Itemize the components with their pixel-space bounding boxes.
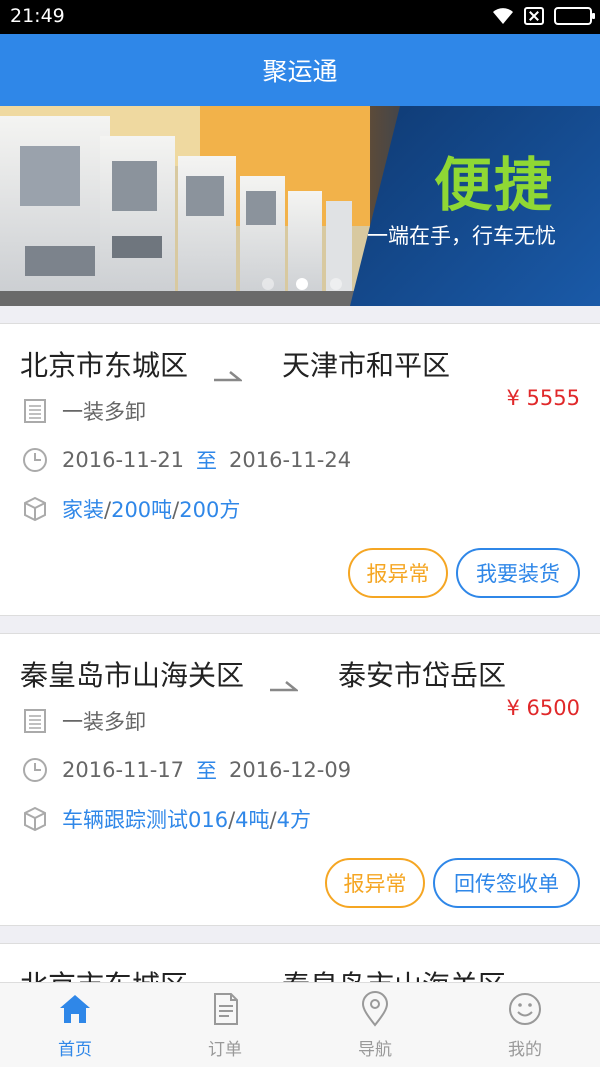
goods-weight: 200吨 bbox=[111, 498, 173, 522]
load-type: 一装多卸 bbox=[62, 400, 146, 424]
date-to-label: 至 bbox=[196, 759, 218, 783]
status-bar: 21:49 bbox=[0, 0, 600, 34]
orders-icon bbox=[214, 993, 238, 1025]
destination: 泰安市岱岳区 bbox=[338, 659, 507, 692]
battery-icon bbox=[554, 7, 595, 25]
nav-navigation-label: 导航 bbox=[358, 1040, 392, 1060]
smiley-icon bbox=[509, 993, 541, 1025]
date-from: 2016-11-17 bbox=[62, 758, 185, 782]
carousel-indicator bbox=[262, 278, 342, 290]
goods-row: 家装/200吨/200方 bbox=[22, 494, 240, 524]
bottom-nav: 首页 订单 导航 我的 bbox=[0, 982, 600, 1067]
home-icon bbox=[60, 995, 90, 1023]
nav-home-label: 首页 bbox=[58, 1040, 92, 1060]
load-type-row: 一装多卸 bbox=[22, 706, 146, 736]
wifi-icon bbox=[493, 8, 513, 24]
goods-separator: / bbox=[269, 808, 277, 832]
nav-navigation[interactable]: 导航 bbox=[300, 983, 450, 1067]
date-from: 2016-11-21 bbox=[62, 448, 185, 472]
date-to-label: 至 bbox=[196, 449, 218, 473]
banner-tagline: 一端在手，行车无忧 bbox=[367, 224, 556, 248]
package-icon bbox=[24, 496, 46, 522]
price: ¥ 6500 bbox=[506, 696, 580, 720]
route-arrow-icon bbox=[270, 667, 300, 692]
load-type: 一装多卸 bbox=[62, 710, 146, 734]
route: 秦皇岛市山海关区 泰安市岱岳区 bbox=[20, 654, 506, 694]
nav-home[interactable]: 首页 bbox=[0, 983, 150, 1067]
app-header: 聚运通 bbox=[0, 34, 600, 106]
load-cargo-button[interactable]: 我要装货 bbox=[456, 548, 580, 598]
carousel-dot[interactable] bbox=[262, 278, 274, 290]
price: ¥ 5555 bbox=[506, 386, 580, 410]
date-to: 2016-11-24 bbox=[229, 448, 352, 472]
document-icon bbox=[24, 709, 46, 733]
document-icon bbox=[24, 399, 46, 423]
destination: 天津市和平区 bbox=[282, 349, 451, 382]
origin: 秦皇岛市山海关区 bbox=[20, 659, 245, 692]
clock-icon bbox=[23, 758, 47, 782]
status-time: 21:49 bbox=[10, 5, 65, 27]
report-exception-button[interactable]: 报异常 bbox=[348, 548, 448, 598]
origin: 北京市东城区 bbox=[20, 349, 189, 382]
page-title: 聚运通 bbox=[262, 57, 338, 86]
promo-banner[interactable]: 便捷 一端在手，行车无忧 bbox=[0, 106, 600, 306]
goods-volume: 200方 bbox=[179, 498, 241, 522]
goods-weight: 4吨 bbox=[235, 808, 270, 832]
nav-mine-label: 我的 bbox=[508, 1040, 542, 1060]
banner-headline: 便捷 bbox=[433, 151, 554, 219]
location-pin-icon bbox=[361, 991, 389, 1027]
goods-row: 车辆跟踪测试016/4吨/4方 bbox=[22, 804, 311, 834]
goods-name: 家装 bbox=[62, 498, 104, 522]
goods-volume: 4方 bbox=[276, 808, 311, 832]
date-row: 2016-11-21 至 2016-11-24 bbox=[22, 445, 351, 475]
trucks-image bbox=[0, 106, 370, 306]
no-sim-icon bbox=[524, 7, 544, 25]
load-type-row: 一装多卸 bbox=[22, 396, 146, 426]
route: 北京市东城区 天津市和平区 bbox=[20, 344, 450, 384]
date-to: 2016-12-09 bbox=[229, 758, 352, 782]
goods-name: 车辆跟踪测试016 bbox=[62, 808, 229, 832]
order-card[interactable]: 北京市东城区 天津市和平区 ¥ 5555 一装多卸 2016-11-21 至 2… bbox=[0, 323, 600, 616]
nav-orders-label: 订单 bbox=[208, 1040, 242, 1060]
package-icon bbox=[24, 806, 46, 832]
date-row: 2016-11-17 至 2016-12-09 bbox=[22, 755, 351, 785]
order-card[interactable]: 秦皇岛市山海关区 泰安市岱岳区 ¥ 6500 一装多卸 2016-11-17 至… bbox=[0, 633, 600, 926]
report-exception-button[interactable]: 报异常 bbox=[325, 858, 425, 908]
nav-mine[interactable]: 我的 bbox=[450, 983, 600, 1067]
route-arrow-icon bbox=[214, 357, 244, 382]
carousel-dot-active[interactable] bbox=[296, 278, 308, 290]
carousel-dot[interactable] bbox=[330, 278, 342, 290]
nav-orders[interactable]: 订单 bbox=[150, 983, 300, 1067]
clock-icon bbox=[23, 448, 47, 472]
upload-receipt-button[interactable]: 回传签收单 bbox=[433, 858, 580, 908]
